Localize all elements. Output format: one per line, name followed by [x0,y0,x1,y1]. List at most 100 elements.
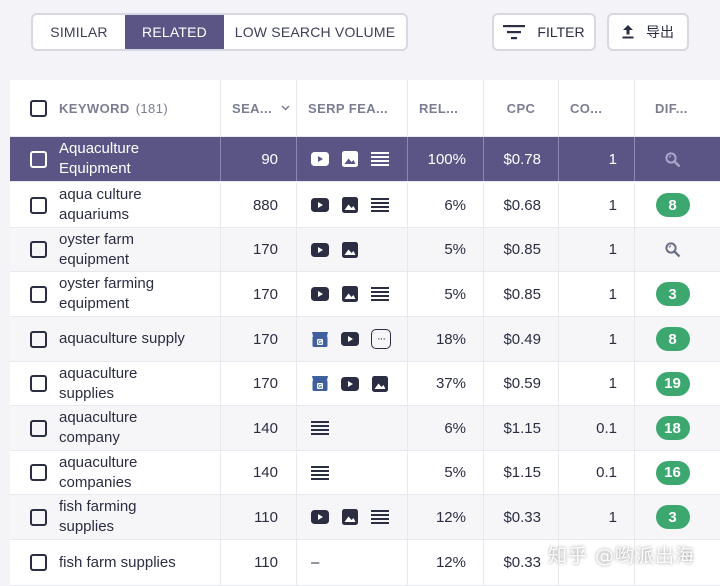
table-row[interactable]: oyster farm equipment 170 5% $0.85 1 [10,228,720,272]
row-checkbox[interactable] [30,419,47,437]
cpc-value: $0.85 [503,241,541,258]
table-row[interactable]: aquaculture company 140 6% $1.15 0.1 18 [10,406,720,451]
search-volume-cell: 110 [221,495,297,539]
competition-cell: 1 [559,137,635,181]
row-checkbox[interactable] [30,285,47,303]
search-volume-value: 140 [252,419,278,437]
header-competition[interactable]: CO... [559,80,635,136]
export-button[interactable]: 导出 [607,13,689,51]
select-all-checkbox[interactable] [30,99,47,117]
keyword-text[interactable]: aquaculture companies [59,453,189,493]
keyword-cell: fish farming supplies [10,495,221,539]
difficulty-badge: 8 [655,327,690,351]
analyze-difficulty-icon[interactable] [664,151,681,168]
difficulty-cell: 3 [635,272,710,316]
difficulty-cell: 8 [635,317,710,361]
competition-cell: 1 [559,317,635,361]
shopping-icon: G [311,331,329,347]
cpc-value: $0.78 [503,150,541,168]
top-bar: SIMILAR RELATED LOW SEARCH VOLUME FILTER… [0,0,720,68]
tab-related[interactable]: RELATED [125,15,224,49]
keyword-table: KEYWORD (181) SEA... SERP FEA... REL... … [10,80,720,586]
relevance-value: 12% [435,508,466,526]
relevance-cell: 6% [408,406,484,450]
keyword-text[interactable]: fish farming supplies [59,497,189,537]
table-row[interactable]: aquaculture supplies 170 G 37% $0.59 1 19 [10,362,720,406]
video-icon [341,331,359,347]
row-checkbox[interactable] [30,196,47,214]
table-row[interactable]: aquaculture companies 140 5% $1.15 0.1 16 [10,451,720,495]
list-icon [311,420,329,436]
search-volume-cell: 90 [221,137,297,181]
keyword-cell: aquaculture company [10,406,221,450]
tab-similar[interactable]: SIMILAR [33,15,125,49]
image-icon [371,375,389,392]
competition-cell: 1 [559,362,635,405]
row-checkbox[interactable] [30,150,47,168]
keyword-text[interactable]: aquaculture company [59,408,189,448]
search-volume-cell: 170 [221,362,297,405]
cpc-value: $1.15 [503,464,541,481]
difficulty-badge: 3 [655,282,690,306]
competition-value: 1 [608,508,617,526]
table-row[interactable]: oyster farming equipment 170 5% $0.85 1 3 [10,272,720,317]
list-icon [311,465,329,481]
sort-desc-icon[interactable] [281,105,290,111]
competition-cell: 0.1 [559,451,635,494]
keyword-text[interactable]: aquaculture supplies [59,364,189,404]
search-volume-cell: 170 [221,272,297,316]
filter-button[interactable]: FILTER [492,13,596,51]
filter-icon [503,24,526,40]
row-checkbox[interactable] [30,375,47,392]
relevance-value: 5% [444,241,466,258]
serp-features-cell [297,137,408,181]
header-difficulty[interactable]: DIF... [635,80,710,136]
header-serp-features[interactable]: SERP FEA... [297,80,408,136]
header-search-volume[interactable]: SEA... [221,80,297,136]
keyword-text[interactable]: aqua culture aquariums [59,185,189,225]
video-icon [311,242,329,258]
row-checkbox[interactable] [30,241,47,258]
competition-cell: 1 [559,183,635,227]
keyword-cell: fish farm supplies [10,540,221,585]
tab-low-search-volume[interactable]: LOW SEARCH VOLUME [224,15,406,49]
relevance-cell: 12% [408,540,484,585]
difficulty-cell: 3 [635,495,710,539]
cpc-cell: $0.85 [484,228,559,271]
relevance-cell: 5% [408,272,484,316]
keyword-text[interactable]: aquaculture supply [59,329,185,349]
row-checkbox[interactable] [30,330,47,348]
video-icon [341,376,359,392]
difficulty-badge: 18 [655,416,690,440]
header-search-volume-label: SEA... [232,100,272,116]
keyword-text[interactable]: oyster farm equipment [59,230,189,270]
search-volume-value: 170 [252,241,278,258]
table-row[interactable]: aqua culture aquariums 880 6% $0.68 1 8 [10,183,720,228]
relevance-cell: 18% [408,317,484,361]
row-checkbox[interactable] [30,554,47,571]
keyword-text[interactable]: oyster farming equipment [59,274,189,314]
serp-features-cell: – [297,540,408,585]
table-row[interactable]: aquaculture supply 170 G ··· 18% $0.49 1 8 [10,317,720,362]
difficulty-cell: 16 [635,451,710,494]
cpc-value: $0.68 [503,196,541,214]
keyword-text[interactable]: Aquaculture Equipment [59,139,189,179]
header-cpc[interactable]: CPC [484,80,559,136]
competition-value: 1 [608,330,617,348]
more-features-icon[interactable]: ··· [371,329,391,349]
header-relevance[interactable]: REL... [408,80,484,136]
table-row[interactable]: fish farming supplies 110 12% $0.33 1 3 [10,495,720,540]
row-checkbox[interactable] [30,464,47,481]
keyword-cell: aquaculture supplies [10,362,221,405]
relevance-value: 100% [427,150,466,168]
keyword-text[interactable]: fish farm supplies [59,553,176,573]
cpc-value: $0.59 [503,375,541,392]
relevance-value: 12% [435,554,466,571]
header-keyword[interactable]: KEYWORD (181) [10,80,221,136]
search-volume-cell: 170 [221,228,297,271]
header-difficulty-label: DIF... [655,100,688,116]
analyze-difficulty-icon[interactable] [664,241,681,258]
table-row[interactable]: Aquaculture Equipment 90 100% $0.78 1 [10,137,720,182]
competition-cell: 1 [559,495,635,539]
row-checkbox[interactable] [30,508,47,526]
